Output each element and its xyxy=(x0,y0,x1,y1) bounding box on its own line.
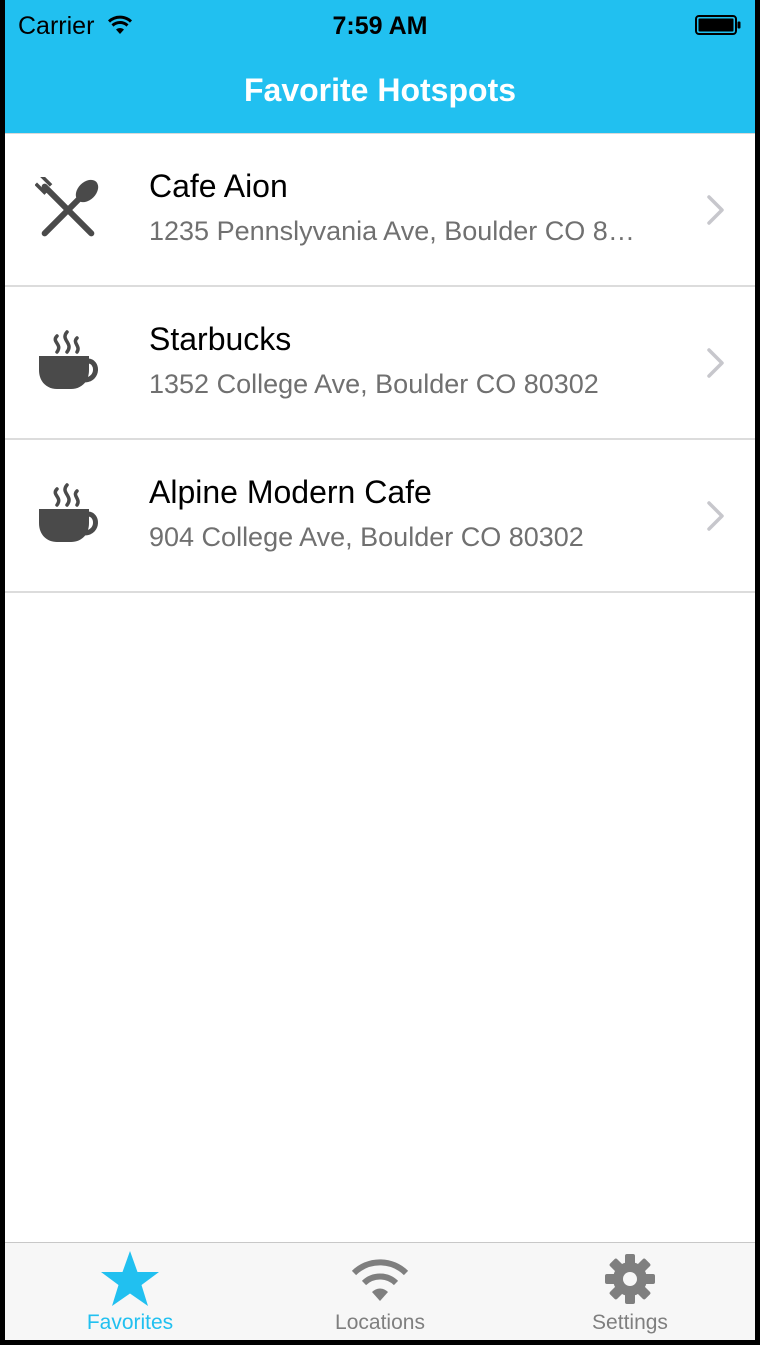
navigation-bar: Carrier 7:59 AM Favorite Hotspots xyxy=(5,0,755,134)
status-time: 7:59 AM xyxy=(332,12,428,40)
place-address: 904 College Ave, Boulder CO 80302 xyxy=(149,522,584,552)
place-name: Cafe Aion xyxy=(149,168,288,204)
app-screen: Carrier 7:59 AM Favorite Hotspots Cafe A… xyxy=(5,0,755,1340)
chevron-right-icon xyxy=(707,348,724,378)
place-address: 1352 College Ave, Boulder CO 80302 xyxy=(149,369,599,399)
place-address: 1235 Pennslyvania Ave, Boulder CO 80302 xyxy=(149,216,639,246)
tab-settings[interactable]: Settings xyxy=(505,1243,755,1340)
place-name: Starbucks xyxy=(149,321,292,357)
tab-label: Favorites xyxy=(86,1311,174,1334)
coffee-cup-icon xyxy=(39,483,98,542)
wifi-icon xyxy=(351,1259,409,1301)
tab-bar: Favorites Locations Settings xyxy=(5,1242,755,1340)
star-icon xyxy=(101,1251,159,1306)
gear-icon xyxy=(605,1254,655,1304)
tab-favorites[interactable]: Favorites xyxy=(5,1243,255,1340)
page-title: Favorite Hotspots xyxy=(243,72,517,108)
place-name: Alpine Modern Cafe xyxy=(149,474,432,510)
coffee-cup-icon xyxy=(39,330,98,389)
chevron-right-icon xyxy=(707,195,724,225)
tab-locations[interactable]: Locations xyxy=(255,1243,505,1340)
tab-label: Locations xyxy=(335,1311,425,1334)
list-item[interactable]: Starbucks 1352 College Ave, Boulder CO 8… xyxy=(5,287,755,440)
list-item[interactable]: Alpine Modern Cafe 904 College Ave, Boul… xyxy=(5,440,755,593)
restaurant-icon xyxy=(35,177,99,237)
tab-label: Settings xyxy=(592,1311,668,1334)
list-item[interactable]: Cafe Aion 1235 Pennslyvania Ave, Boulder… xyxy=(5,134,755,287)
status-bar: Carrier 7:59 AM xyxy=(5,0,755,50)
battery-icon xyxy=(695,15,741,35)
chevron-right-icon xyxy=(707,501,724,531)
favorites-list: Cafe Aion 1235 Pennslyvania Ave, Boulder… xyxy=(5,134,755,593)
